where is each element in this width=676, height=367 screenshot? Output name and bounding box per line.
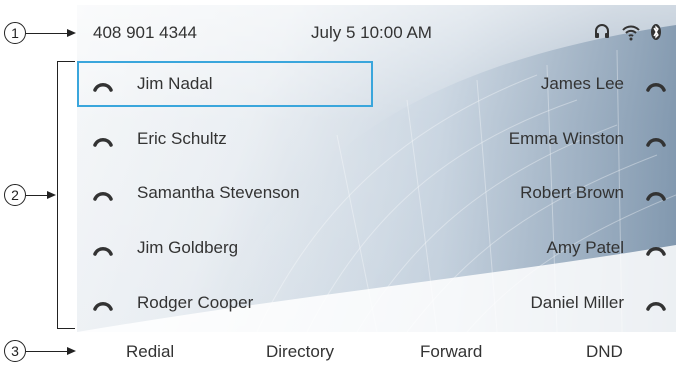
callout-1-line: [26, 33, 68, 34]
callout-1-arrow: [67, 29, 76, 37]
bluetooth-icon: [650, 23, 666, 41]
line-key-robert-brown[interactable]: Robert Brown: [380, 170, 676, 216]
line-key-label: Eric Schultz: [137, 129, 227, 148]
line-key-label: Samantha Stevenson: [137, 183, 300, 202]
line-key-label: James Lee: [540, 74, 624, 93]
wifi-icon: [622, 23, 640, 41]
line-key-label: Emma Winston: [508, 129, 624, 148]
line-key-emma-winston[interactable]: Emma Winston: [380, 116, 676, 162]
handset-icon: [646, 78, 666, 92]
callout-2-line: [26, 195, 48, 196]
handset-icon: [646, 133, 666, 147]
status-icons: [594, 23, 666, 41]
line-key-amy-patel[interactable]: Amy Patel: [380, 225, 676, 271]
headset-icon: [594, 23, 610, 41]
line-key-daniel-miller[interactable]: Daniel Miller: [380, 280, 676, 326]
line-key-label: Daniel Miller: [530, 293, 624, 312]
line-key-eric-schultz[interactable]: Eric Schultz: [77, 116, 373, 162]
line-key-samantha-stevenson[interactable]: Samantha Stevenson: [77, 170, 373, 216]
line-key-rodger-cooper[interactable]: Rodger Cooper: [77, 280, 373, 326]
softkey-dnd[interactable]: DND: [586, 342, 623, 362]
line-key-jim-goldberg[interactable]: Jim Goldberg: [77, 225, 373, 271]
softkey-forward[interactable]: Forward: [420, 342, 482, 362]
line-key-label: Jim Goldberg: [137, 238, 239, 257]
line-key-jim-nadal[interactable]: Jim Nadal: [77, 61, 373, 107]
line-key-label: Jim Nadal: [137, 74, 213, 93]
callout-2-arrow: [47, 191, 56, 199]
line-key-james-lee[interactable]: James Lee: [380, 61, 676, 107]
handset-icon: [646, 242, 666, 256]
phone-number: 408 901 4344: [93, 23, 197, 42]
line-key-label: Robert Brown: [520, 183, 624, 202]
phone-screen: 408 901 4344 July 5 10:00 AM Jim Nadal E…: [77, 5, 676, 332]
softkey-bar: Redial Directory Forward DND: [0, 336, 676, 367]
handset-icon: [93, 242, 113, 256]
handset-icon: [646, 187, 666, 201]
handset-icon: [93, 78, 113, 92]
line-key-label: Rodger Cooper: [137, 293, 254, 312]
handset-icon: [646, 297, 666, 311]
softkey-directory[interactable]: Directory: [266, 342, 334, 362]
status-bar: 408 901 4344 July 5 10:00 AM: [77, 5, 676, 53]
softkey-redial[interactable]: Redial: [126, 342, 174, 362]
date-time: July 5 10:00 AM: [311, 23, 432, 42]
callout-2-bracket: [57, 61, 75, 329]
handset-icon: [93, 187, 113, 201]
handset-icon: [93, 133, 113, 147]
handset-icon: [93, 297, 113, 311]
line-key-label: Amy Patel: [546, 238, 624, 257]
callout-2: 2: [4, 184, 26, 206]
callout-1: 1: [4, 22, 26, 44]
